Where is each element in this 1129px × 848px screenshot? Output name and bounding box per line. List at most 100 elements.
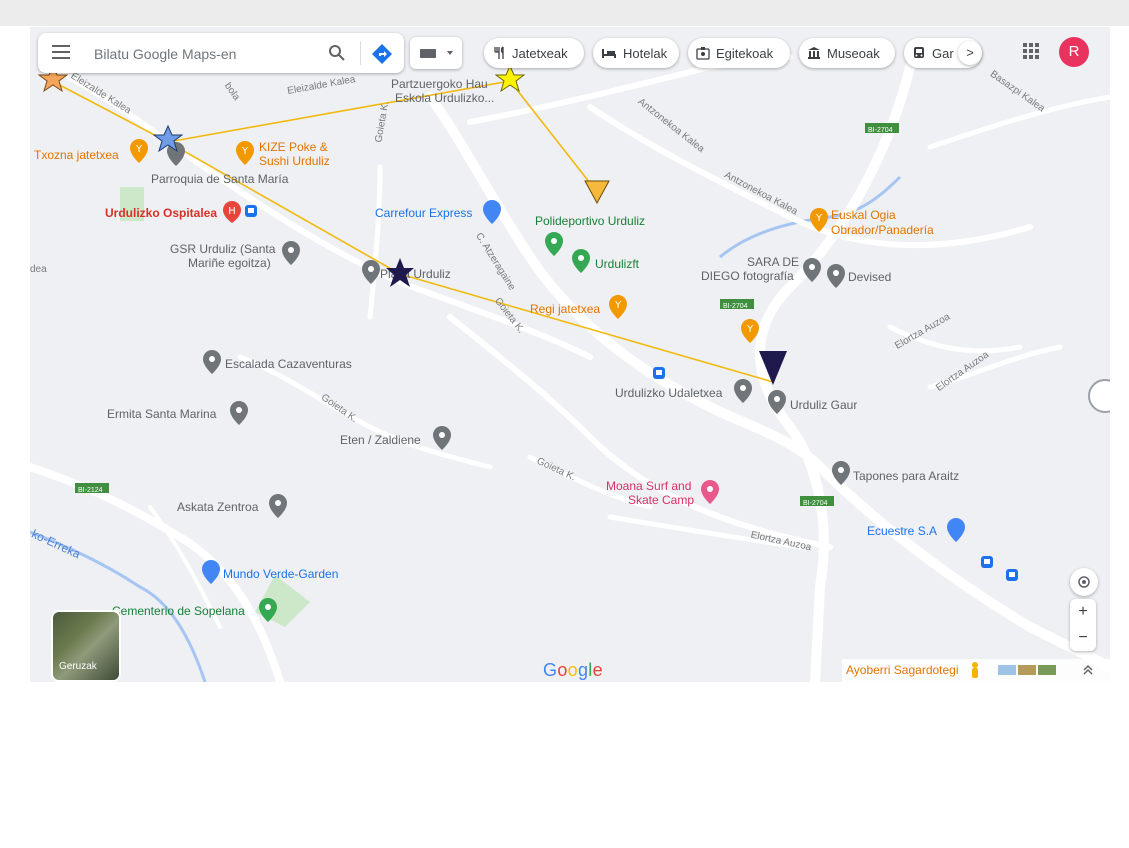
cemetery-pin-icon[interactable] [258, 597, 278, 623]
place-label[interactable]: Euskal Ogia [831, 208, 896, 222]
shop-pin-icon[interactable] [831, 460, 851, 486]
transit-icon [914, 47, 924, 58]
yellow-star-marker-icon[interactable] [495, 65, 525, 97]
restaurant-pin-icon[interactable]: Y [740, 318, 760, 344]
zoom-in-button[interactable]: + [1070, 599, 1096, 625]
svg-text:Y: Y [614, 300, 622, 311]
place-label[interactable]: Txozna jatetxea [34, 148, 119, 162]
my-location-icon [1078, 576, 1090, 588]
shopping-pin-icon[interactable] [946, 517, 966, 543]
chip-things-to-do[interactable]: Egitekoak [688, 38, 790, 68]
place-label[interactable]: Tapones para Araitz [853, 469, 959, 483]
place-label[interactable]: Partzuergoko Hau [391, 77, 488, 91]
place-pin-icon[interactable] [281, 240, 301, 266]
map-canvas[interactable]: Eleizalde Kalea Eleizalde Kalea Goieta K… [30, 27, 1110, 682]
town-hall-pin-icon[interactable] [733, 378, 753, 404]
chip-label: Gar [932, 45, 954, 61]
bus-stop-icon[interactable] [1005, 568, 1019, 582]
place-label[interactable]: Urduliz Gaur [790, 398, 857, 412]
place-label[interactable]: Cementerio de Sopelana [112, 604, 245, 618]
place-pin-icon[interactable] [826, 263, 846, 289]
place-label[interactable]: Regi jatetxea [530, 302, 600, 316]
place-label[interactable]: Skate Camp [628, 493, 694, 507]
imagery-strip-icon[interactable] [998, 665, 1058, 675]
pegman-icon[interactable] [969, 661, 981, 679]
place-label[interactable]: DIEGO fotografía [701, 269, 794, 283]
place-pin-icon[interactable] [202, 349, 222, 375]
search-box[interactable] [38, 33, 404, 73]
layers-button[interactable]: Geruzak [51, 610, 121, 682]
place-label[interactable]: KIZE Poke & [259, 140, 328, 154]
place-label[interactable]: Ecuestre S.A [867, 524, 937, 538]
place-label[interactable]: Eten / Zaldiene [340, 433, 421, 447]
place-pin-icon[interactable] [361, 259, 381, 285]
chip-label: Egitekoak [716, 45, 774, 61]
place-label[interactable]: Urdulizko Ospitalea [105, 206, 217, 220]
place-label[interactable]: Ayoberri Sagardotegi [846, 663, 959, 677]
chips-scroll-right-button[interactable]: > [958, 41, 982, 65]
garden-pin-icon[interactable] [201, 559, 221, 585]
map-base[interactable] [30, 27, 1110, 682]
place-label[interactable]: GSR Urduliz (Santa [170, 242, 275, 256]
camp-pin-icon[interactable] [700, 479, 720, 505]
place-label[interactable]: Polideportivo Urduliz [535, 214, 645, 228]
bakery-pin-icon[interactable]: Y [809, 207, 829, 233]
place-label[interactable]: Ermita Santa Marina [107, 407, 216, 421]
blue-star-marker-icon[interactable] [153, 125, 183, 157]
my-location-button[interactable] [1070, 568, 1098, 596]
church-pin-icon[interactable] [229, 400, 249, 426]
hospital-pin-icon[interactable]: H [222, 200, 242, 224]
place-label[interactable]: Askata Zentroa [177, 500, 258, 514]
directions-icon[interactable] [371, 43, 393, 65]
chip-museums[interactable]: Museoak [799, 38, 895, 68]
shopping-pin-icon[interactable] [482, 199, 502, 225]
road-shield-label: BI-2704 [723, 303, 748, 310]
orange-triangle-marker-icon[interactable] [583, 179, 611, 205]
bus-stop-icon[interactable] [980, 555, 994, 569]
road-shield-label: BI-2704 [803, 500, 828, 507]
place-label[interactable]: Parroquia de Santa María [151, 172, 288, 186]
place-label[interactable]: Sushi Urduliz [259, 154, 330, 168]
account-avatar[interactable]: R [1059, 37, 1089, 67]
keyboard-icon [420, 49, 453, 58]
keyboard-button[interactable] [410, 37, 462, 69]
svg-text:Y: Y [746, 324, 754, 335]
restaurant-pin-icon[interactable]: Y [235, 140, 255, 166]
place-label[interactable]: Mundo Verde-Garden [223, 567, 338, 581]
park-pin-icon[interactable] [571, 248, 591, 274]
dark-star-marker-icon[interactable] [385, 257, 415, 291]
place-label[interactable]: Moana Surf and [606, 479, 691, 493]
museum-icon [808, 47, 820, 59]
search-input[interactable] [92, 43, 296, 65]
zoom-out-button[interactable]: − [1070, 625, 1096, 651]
search-icon[interactable] [328, 44, 346, 62]
chip-label: Hotelak [623, 45, 668, 61]
hamburger-menu-icon[interactable] [52, 45, 70, 61]
layers-label: Geruzak [59, 661, 97, 672]
restaurant-pin-icon[interactable]: Y [608, 294, 628, 320]
place-label[interactable]: Urdulizko Udaletxea [615, 386, 722, 400]
expand-up-icon[interactable] [1082, 664, 1094, 676]
place-label[interactable]: Carrefour Express [375, 206, 472, 220]
camera-pin-icon[interactable] [802, 257, 822, 283]
dark-triangle-marker-icon[interactable] [758, 349, 788, 387]
svg-text:Y: Y [815, 213, 823, 224]
zoom-controls[interactable]: + − [1070, 599, 1096, 651]
restaurant-pin-icon[interactable]: Y [129, 138, 149, 164]
chip-restaurants[interactable]: Jatetxeak [484, 38, 584, 68]
place-label[interactable]: Urdulizft [595, 257, 639, 271]
place-label[interactable]: Devised [848, 270, 891, 284]
apps-grid-icon[interactable] [1022, 42, 1040, 60]
place-pin-icon[interactable] [767, 389, 787, 415]
bus-stop-icon[interactable] [244, 204, 258, 218]
bus-stop-icon[interactable] [652, 366, 666, 380]
place-pin-icon[interactable] [432, 425, 452, 451]
place-label[interactable]: SARA DE [747, 255, 799, 269]
place-pin-icon[interactable] [268, 493, 288, 519]
park-pin-icon[interactable] [544, 231, 564, 257]
place-label[interactable]: Mariñe egoitza) [188, 256, 271, 270]
place-label[interactable]: Eskola Urdulizko... [395, 91, 494, 105]
place-label[interactable]: Obrador/Panadería [831, 223, 934, 237]
chip-hotels[interactable]: Hotelak [593, 38, 679, 68]
place-label[interactable]: Escalada Cazaventuras [225, 357, 352, 371]
